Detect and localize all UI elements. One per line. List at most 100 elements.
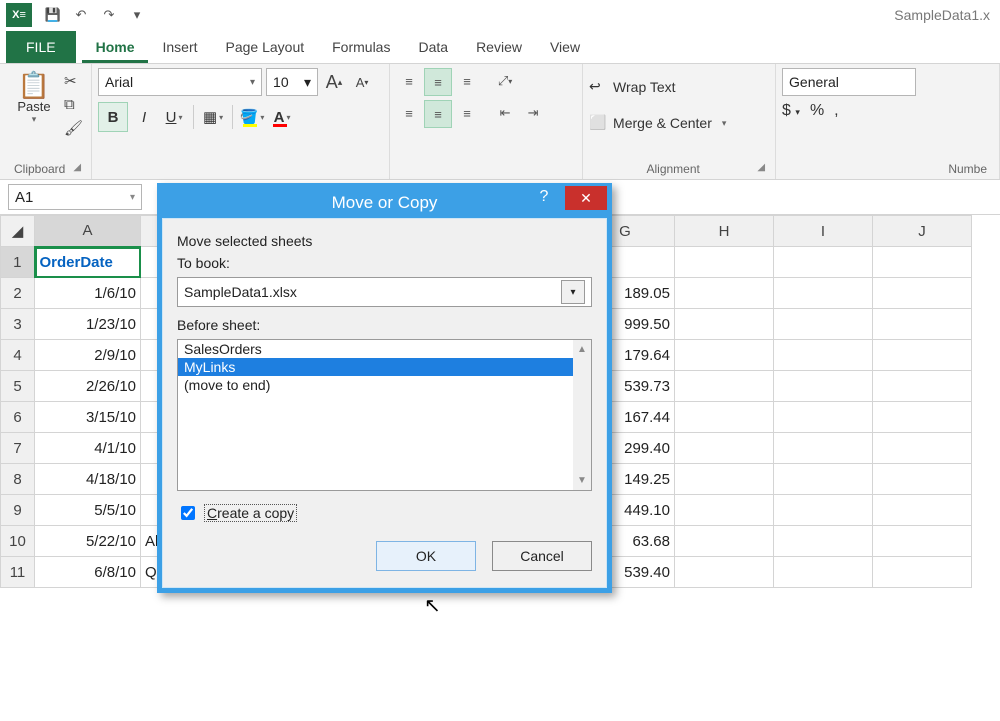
column-header-A[interactable]: A <box>35 216 141 247</box>
cell-A4[interactable]: 2/9/10 <box>35 340 141 371</box>
tab-data[interactable]: Data <box>404 31 462 63</box>
grow-font-icon[interactable]: A▴ <box>322 69 346 95</box>
tab-formulas[interactable]: Formulas <box>318 31 404 63</box>
row-header-2[interactable]: 2 <box>1 278 35 309</box>
chevron-down-icon[interactable]: ▾ <box>561 280 585 304</box>
decrease-indent-icon[interactable]: ⇤ <box>492 100 518 126</box>
font-size-combo[interactable]: 10▾ <box>266 68 318 96</box>
undo-icon[interactable]: ↶ <box>68 3 94 27</box>
column-header-I[interactable]: I <box>774 216 873 247</box>
row-header-3[interactable]: 3 <box>1 309 35 340</box>
cell-H1[interactable] <box>675 247 774 278</box>
cell-I11[interactable] <box>774 557 873 588</box>
cell-H8[interactable] <box>675 464 774 495</box>
cell-A5[interactable]: 2/26/10 <box>35 371 141 402</box>
format-painter-icon[interactable]: 🖌 <box>64 119 83 137</box>
dialog-close-icon[interactable]: ✕ <box>565 186 607 210</box>
cell-J1[interactable] <box>873 247 972 278</box>
cell-A7[interactable]: 4/1/10 <box>35 433 141 464</box>
cell-I1[interactable] <box>774 247 873 278</box>
cell-H7[interactable] <box>675 433 774 464</box>
cell-A11[interactable]: 6/8/10 <box>35 557 141 588</box>
increase-indent-icon[interactable]: ⇥ <box>520 100 546 126</box>
ok-button[interactable]: OK <box>376 541 476 571</box>
create-copy-checkbox[interactable] <box>181 506 195 520</box>
create-copy-label[interactable]: Create a copy <box>204 504 297 522</box>
italic-button[interactable]: I <box>130 103 158 131</box>
cell-J3[interactable] <box>873 309 972 340</box>
row-header-8[interactable]: 8 <box>1 464 35 495</box>
row-header-5[interactable]: 5 <box>1 371 35 402</box>
cell-I3[interactable] <box>774 309 873 340</box>
cell-A1[interactable]: OrderDate <box>35 247 141 278</box>
orientation-icon[interactable]: ⤢▾ <box>492 68 518 94</box>
row-header-11[interactable]: 11 <box>1 557 35 588</box>
cell-J2[interactable] <box>873 278 972 309</box>
currency-button[interactable]: $ ▾ <box>782 102 800 120</box>
cell-I7[interactable] <box>774 433 873 464</box>
borders-button[interactable]: ▦▾ <box>199 103 227 131</box>
cell-H4[interactable] <box>675 340 774 371</box>
cell-H11[interactable] <box>675 557 774 588</box>
bold-button[interactable]: B <box>98 102 128 132</box>
redo-icon[interactable]: ↷ <box>96 3 122 27</box>
cell-J7[interactable] <box>873 433 972 464</box>
qat-customize-icon[interactable]: ▾ <box>124 3 150 27</box>
align-middle-icon[interactable]: ≡ <box>424 68 452 96</box>
save-icon[interactable]: 💾 <box>40 3 66 27</box>
cell-J5[interactable] <box>873 371 972 402</box>
shrink-font-icon[interactable]: A▾ <box>350 69 374 95</box>
cell-H5[interactable] <box>675 371 774 402</box>
cell-A9[interactable]: 5/5/10 <box>35 495 141 526</box>
cell-I10[interactable] <box>774 526 873 557</box>
tab-page-layout[interactable]: Page Layout <box>212 31 319 63</box>
paste-button[interactable]: Paste <box>17 99 50 114</box>
tab-view[interactable]: View <box>536 31 594 63</box>
merge-center-button[interactable]: ⬜Merge & Center▾ <box>589 108 726 138</box>
cell-I5[interactable] <box>774 371 873 402</box>
list-scrollbar[interactable]: ▲▼ <box>573 340 591 490</box>
cell-H6[interactable] <box>675 402 774 433</box>
align-bottom-icon[interactable]: ≡ <box>454 68 480 94</box>
to-book-combo[interactable]: SampleData1.xlsx▾ <box>177 277 592 307</box>
underline-button[interactable]: U▾ <box>160 103 188 131</box>
clipboard-launcher-icon[interactable]: ◢ <box>73 162 81 173</box>
sheet-list-item[interactable]: SalesOrders <box>178 340 573 358</box>
row-header-9[interactable]: 9 <box>1 495 35 526</box>
cancel-button[interactable]: Cancel <box>492 541 592 571</box>
cell-J6[interactable] <box>873 402 972 433</box>
row-header-10[interactable]: 10 <box>1 526 35 557</box>
alignment-launcher-icon[interactable]: ◢ <box>757 162 765 173</box>
row-header-1[interactable]: 1 <box>1 247 35 278</box>
before-sheet-list[interactable]: SalesOrdersMyLinks(move to end) ▲▼ <box>177 339 592 491</box>
cell-J10[interactable] <box>873 526 972 557</box>
cut-icon[interactable]: ✂ <box>64 72 83 90</box>
cell-H10[interactable] <box>675 526 774 557</box>
row-header-4[interactable]: 4 <box>1 340 35 371</box>
row-header-7[interactable]: 7 <box>1 433 35 464</box>
cell-J4[interactable] <box>873 340 972 371</box>
cell-I2[interactable] <box>774 278 873 309</box>
cell-J11[interactable] <box>873 557 972 588</box>
cell-A8[interactable]: 4/18/10 <box>35 464 141 495</box>
cell-J8[interactable] <box>873 464 972 495</box>
align-center-icon[interactable]: ≡ <box>424 100 452 128</box>
cell-A3[interactable]: 1/23/10 <box>35 309 141 340</box>
column-header-J[interactable]: J <box>873 216 972 247</box>
cell-I8[interactable] <box>774 464 873 495</box>
cell-H3[interactable] <box>675 309 774 340</box>
sheet-list-item[interactable]: (move to end) <box>178 376 573 394</box>
paste-icon[interactable]: 📋 <box>18 70 50 101</box>
select-all-corner[interactable]: ◢ <box>1 216 35 247</box>
cell-A6[interactable]: 3/15/10 <box>35 402 141 433</box>
tab-review[interactable]: Review <box>462 31 536 63</box>
cell-H9[interactable] <box>675 495 774 526</box>
tab-file[interactable]: FILE <box>6 31 76 63</box>
name-box[interactable]: A1▾ <box>8 184 142 210</box>
align-top-icon[interactable]: ≡ <box>396 68 422 94</box>
align-right-icon[interactable]: ≡ <box>454 100 480 126</box>
tab-home[interactable]: Home <box>82 31 149 63</box>
wrap-text-button[interactable]: ↩Wrap Text <box>589 72 676 102</box>
tab-insert[interactable]: Insert <box>148 31 211 63</box>
copy-icon[interactable]: ⧉ <box>64 96 83 113</box>
